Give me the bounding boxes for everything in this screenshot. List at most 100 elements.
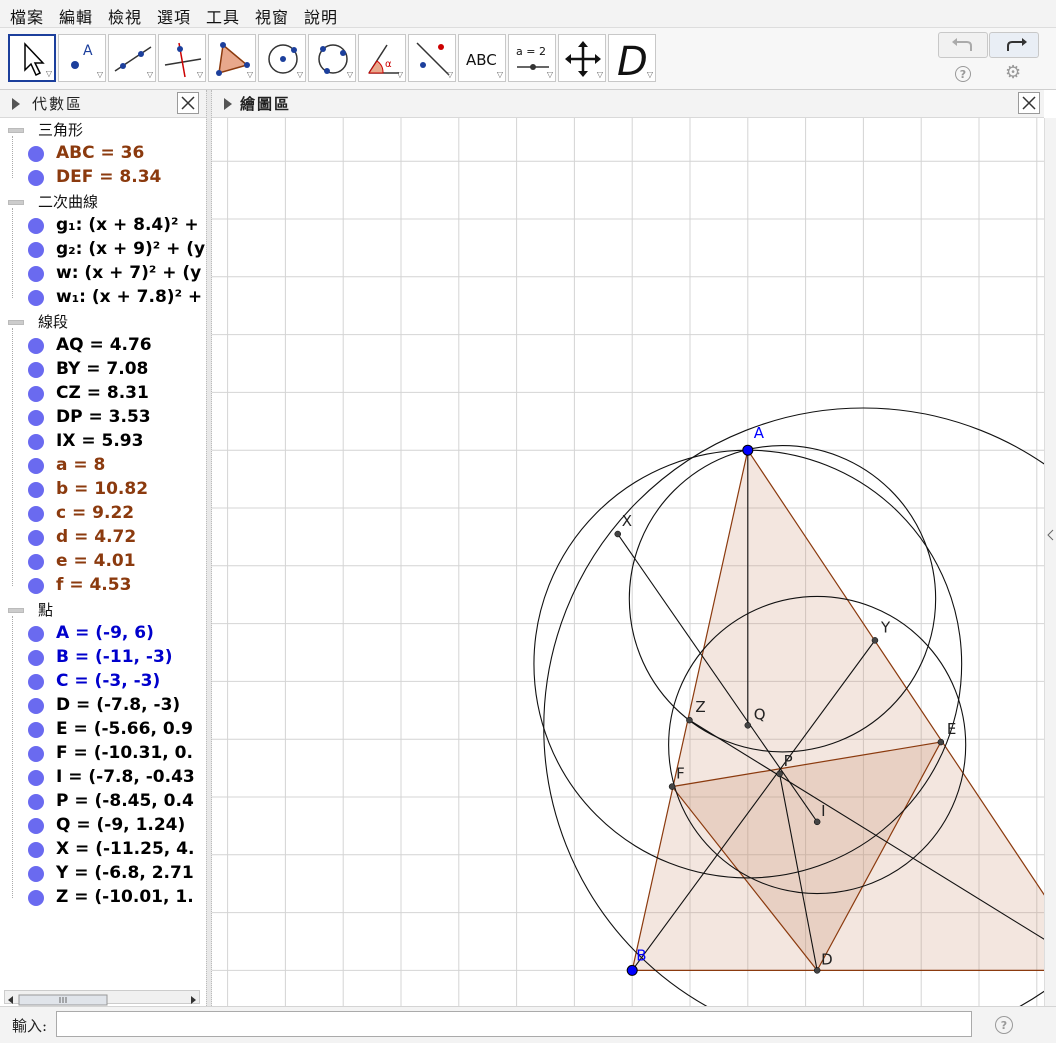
algebra-item-text[interactable]: C = (-3, -3) (56, 671, 160, 691)
collapse-minus-icon[interactable] (8, 200, 24, 205)
toolbar-help-icon[interactable]: ? (955, 66, 971, 82)
point-p[interactable] (776, 770, 783, 778)
visibility-toggle-icon[interactable] (28, 386, 44, 402)
algebra-item[interactable]: C = (-3, -3) (0, 670, 206, 694)
visibility-toggle-icon[interactable] (28, 434, 44, 450)
collapse-triangle-icon[interactable] (10, 97, 22, 111)
collapse-minus-icon[interactable] (8, 128, 24, 133)
algebra-item[interactable]: D = (-7.8, -3) (0, 694, 206, 718)
visibility-toggle-icon[interactable] (28, 290, 44, 306)
algebra-item[interactable]: CZ = 8.31 (0, 382, 206, 406)
algebra-item-text[interactable]: CZ = 8.31 (56, 383, 149, 403)
visibility-toggle-icon[interactable] (28, 674, 44, 690)
algebra-item-text[interactable]: E = (-5.66, 0.9 (56, 719, 193, 739)
line-tool-button[interactable]: ▽ (108, 34, 156, 82)
visibility-toggle-icon[interactable] (28, 698, 44, 714)
algebra-item-text[interactable]: w₁: (x + 7.8)² + ( (56, 287, 206, 307)
settings-gear-icon[interactable]: ⚙ (1005, 62, 1021, 83)
algebra-item[interactable]: a = 8 (0, 454, 206, 478)
algebra-item-text[interactable]: B = (-11, -3) (56, 647, 173, 667)
visibility-toggle-icon[interactable] (28, 482, 44, 498)
algebra-item[interactable]: DP = 3.53 (0, 406, 206, 430)
algebra-item[interactable]: DEF = 8.34 (0, 166, 206, 190)
point-q[interactable] (744, 722, 752, 729)
algebra-item-text[interactable]: a = 8 (56, 455, 105, 475)
algebra-item[interactable]: ABC = 36 (0, 142, 206, 166)
point-a[interactable] (742, 444, 754, 456)
algebra-item[interactable]: w: (x + 7)² + (y (0, 262, 206, 286)
algebra-item[interactable]: X = (-11.25, 4. (0, 838, 206, 862)
algebra-item-text[interactable]: BY = 7.08 (56, 359, 148, 379)
algebra-item-text[interactable]: Q = (-9, 1.24) (56, 815, 185, 835)
algebra-item-text[interactable]: A = (-9, 6) (56, 623, 154, 643)
visibility-toggle-icon[interactable] (28, 842, 44, 858)
algebra-item[interactable]: Z = (-10.01, 1. (0, 886, 206, 910)
algebra-item[interactable]: BY = 7.08 (0, 358, 206, 382)
point-b[interactable] (626, 964, 638, 976)
input-help-icon[interactable]: ? (995, 1016, 1013, 1034)
visibility-toggle-icon[interactable] (28, 722, 44, 738)
algebra-item-text[interactable]: b = 10.82 (56, 479, 148, 499)
visibility-toggle-icon[interactable] (28, 890, 44, 906)
algebra-item[interactable]: B = (-11, -3) (0, 646, 206, 670)
algebra-item-text[interactable]: DP = 3.53 (56, 407, 151, 427)
visibility-toggle-icon[interactable] (28, 554, 44, 570)
right-panel-edge[interactable] (1044, 118, 1056, 1006)
visibility-toggle-icon[interactable] (28, 266, 44, 282)
algebra-item-text[interactable]: f = 4.53 (56, 575, 131, 595)
algebra-item[interactable]: f = 4.53 (0, 574, 206, 598)
algebra-item-text[interactable]: Z = (-10.01, 1. (56, 887, 194, 907)
redo-button[interactable] (989, 32, 1039, 58)
algebra-item[interactable]: d = 4.72 (0, 526, 206, 550)
slider-tool-button[interactable]: a = 2 ▽ (508, 34, 556, 82)
visibility-toggle-icon[interactable] (28, 506, 44, 522)
algebra-item-text[interactable]: g₁: (x + 8.4)² + ( (56, 215, 206, 235)
algebra-item[interactable]: g₂: (x + 9)² + (y (0, 238, 206, 262)
algebra-item[interactable]: e = 4.01 (0, 550, 206, 574)
algebra-item-text[interactable]: g₂: (x + 9)² + (y (56, 239, 205, 259)
visibility-toggle-icon[interactable] (28, 146, 44, 162)
visibility-toggle-icon[interactable] (28, 746, 44, 762)
visibility-toggle-icon[interactable] (28, 770, 44, 786)
algebra-group[interactable]: 點 (0, 598, 206, 622)
algebra-item[interactable]: g₁: (x + 8.4)² + ( (0, 214, 206, 238)
collapse-minus-icon[interactable] (8, 608, 24, 613)
algebra-item[interactable]: A = (-9, 6) (0, 622, 206, 646)
menu-window[interactable]: 視窗 (255, 4, 289, 28)
point-tool-button[interactable]: A ▽ (58, 34, 106, 82)
algebra-item-text[interactable]: w: (x + 7)² + (y (56, 263, 201, 283)
collapse-triangle-icon[interactable] (222, 97, 234, 111)
visibility-toggle-icon[interactable] (28, 626, 44, 642)
algebra-item-text[interactable]: Y = (-6.8, 2.71 (56, 863, 194, 883)
menu-view[interactable]: 檢視 (108, 4, 142, 28)
algebra-item-text[interactable]: X = (-11.25, 4. (56, 839, 194, 859)
graphics-view[interactable]: ABCDEFIPQXYZ (212, 118, 1044, 1006)
point-f[interactable] (668, 783, 676, 790)
visibility-toggle-icon[interactable] (28, 818, 44, 834)
algebra-item-text[interactable]: I = (-7.8, -0.43 (56, 767, 195, 787)
algebra-group[interactable]: 線段 (0, 310, 206, 334)
conic-tool-button[interactable]: ▽ (308, 34, 356, 82)
command-input[interactable] (56, 1011, 972, 1037)
menu-file[interactable]: 檔案 (10, 4, 44, 28)
visibility-toggle-icon[interactable] (28, 362, 44, 378)
perpendicular-line-tool-button[interactable]: ▽ (158, 34, 206, 82)
visibility-toggle-icon[interactable] (28, 218, 44, 234)
visibility-toggle-icon[interactable] (28, 338, 44, 354)
algebra-item[interactable]: b = 10.82 (0, 478, 206, 502)
move-graphics-tool-button[interactable]: ▽ (558, 34, 606, 82)
algebra-item[interactable]: P = (-8.45, 0.4 (0, 790, 206, 814)
point-x[interactable] (614, 530, 621, 538)
visibility-toggle-icon[interactable] (28, 530, 44, 546)
algebra-group[interactable]: 二次曲線 (0, 190, 206, 214)
point-z[interactable] (686, 716, 693, 724)
algebra-item[interactable]: IX = 5.93 (0, 430, 206, 454)
reflect-tool-button[interactable]: ▽ (408, 34, 456, 82)
algebra-item-text[interactable]: P = (-8.45, 0.4 (56, 791, 194, 811)
algebra-item-text[interactable]: D = (-7.8, -3) (56, 695, 180, 715)
algebra-item[interactable]: AQ = 4.76 (0, 334, 206, 358)
visibility-toggle-icon[interactable] (28, 578, 44, 594)
graphics-close-button[interactable] (1018, 92, 1040, 114)
algebra-item-text[interactable]: AQ = 4.76 (56, 335, 152, 355)
algebra-item[interactable]: I = (-7.8, -0.43 (0, 766, 206, 790)
